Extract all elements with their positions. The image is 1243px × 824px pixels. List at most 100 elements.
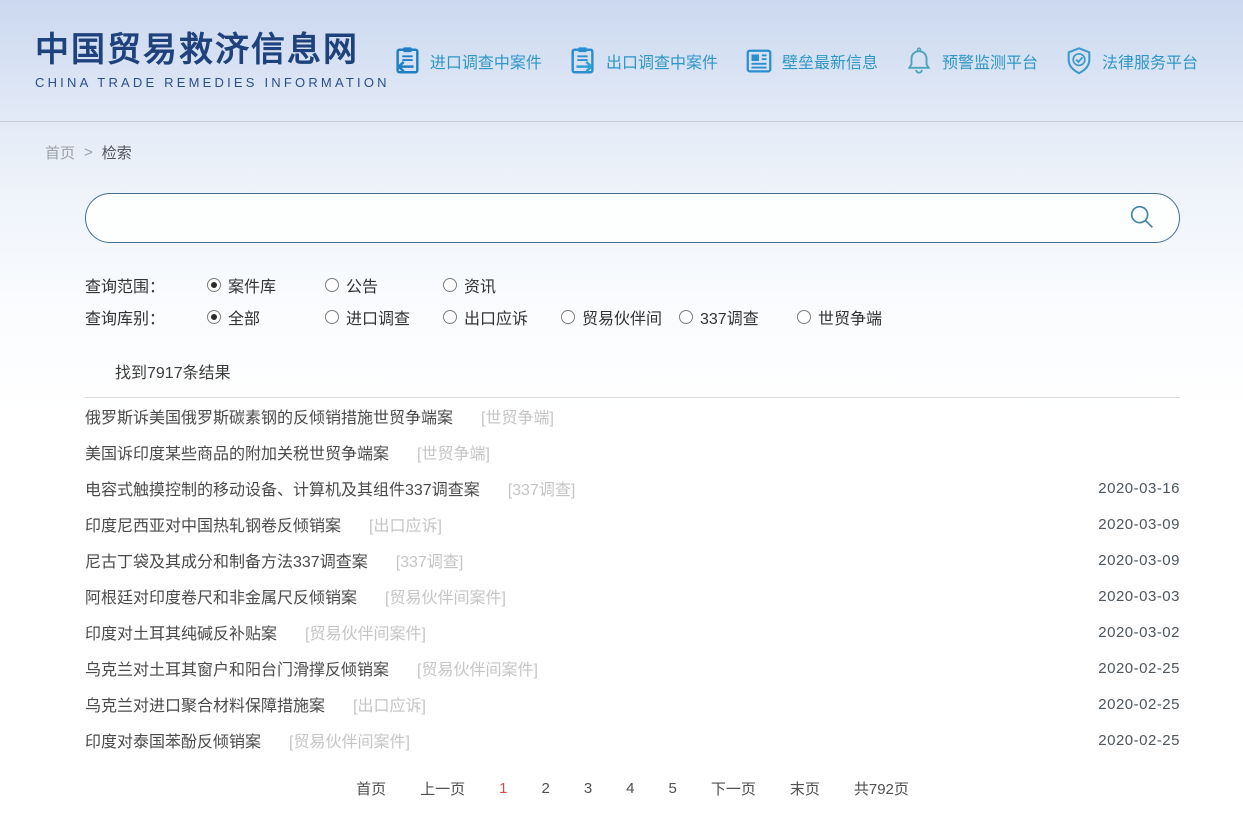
breadcrumb-separator: > <box>84 144 93 161</box>
results-summary: 找到7917条结果 <box>85 359 1180 398</box>
radio-icon <box>443 278 457 292</box>
nav-label: 预警监测平台 <box>942 49 1038 73</box>
result-row[interactable]: 乌克兰对土耳其窗户和阳台门滑撑反倾销案 [贸易伙伴间案件] 2020-02-25 <box>85 650 1180 686</box>
clipboard-export-icon <box>568 46 598 76</box>
radio-label: 贸易伙伴间 <box>582 305 662 329</box>
site-title: 中国贸易救济信息网 <box>35 31 390 70</box>
filter-database-row: 查询库别： 全部 进口调查 出口应诉 贸易伙伴间 337调查 <box>85 301 1180 333</box>
result-row[interactable]: 尼古丁袋及其成分和制备方法337调查案 [337调查] 2020-03-09 <box>85 542 1180 578</box>
pagination-first[interactable]: 首页 <box>356 778 386 799</box>
radio-icon <box>679 310 693 324</box>
search-input[interactable] <box>85 193 1180 243</box>
pagination-page-4[interactable]: 4 <box>626 780 634 797</box>
pagination: 首页 上一页 1 2 3 4 5 下一页 末页 共792页 <box>85 778 1180 799</box>
nav-label: 法律服务平台 <box>1102 49 1198 73</box>
result-tag: [出口应诉] <box>353 692 426 716</box>
result-tag: [337调查] <box>396 548 464 572</box>
nav-alert-platform[interactable]: 预警监测平台 <box>904 46 1038 76</box>
breadcrumb: 首页 > 检索 <box>0 122 1243 163</box>
radio-option-import-investigation[interactable]: 进口调查 <box>325 305 443 329</box>
top-nav: 进口调查中案件 出口调查中案件 <box>392 46 1198 76</box>
result-title[interactable]: 印度对泰国苯酚反倾销案 <box>85 728 261 752</box>
result-row[interactable]: 印度对泰国苯酚反倾销案 [贸易伙伴间案件] 2020-02-25 <box>85 722 1180 758</box>
radio-option-announcements[interactable]: 公告 <box>325 273 443 297</box>
main-content: 查询范围： 案件库 公告 资讯 查询库别： 全部 进口调查 <box>85 193 1180 799</box>
radio-icon <box>443 310 457 324</box>
result-title[interactable]: 电容式触摸控制的移动设备、计算机及其组件337调查案 <box>85 476 480 500</box>
result-row[interactable]: 阿根廷对印度卷尺和非金属尺反倾销案 [贸易伙伴间案件] 2020-03-03 <box>85 578 1180 614</box>
radio-label: 进口调查 <box>346 305 410 329</box>
result-row[interactable]: 印度尼西亚对中国热轧钢卷反倾销案 [出口应诉] 2020-03-09 <box>85 506 1180 542</box>
radio-label: 世贸争端 <box>818 305 882 329</box>
radio-option-wto-disputes[interactable]: 世贸争端 <box>797 305 915 329</box>
nav-label: 进口调查中案件 <box>430 49 542 73</box>
filter-scope-label: 查询范围： <box>85 273 207 297</box>
pagination-page-5[interactable]: 5 <box>669 780 677 797</box>
result-tag: [世贸争端] <box>481 404 554 428</box>
radio-option-case-db[interactable]: 案件库 <box>207 273 325 297</box>
result-row[interactable]: 俄罗斯诉美国俄罗斯碳素钢的反倾销措施世贸争端案 [世贸争端] <box>85 398 1180 434</box>
radio-label: 公告 <box>346 273 378 297</box>
result-title[interactable]: 俄罗斯诉美国俄罗斯碳素钢的反倾销措施世贸争端案 <box>85 404 453 428</box>
radio-label: 出口应诉 <box>464 305 528 329</box>
result-tag: [贸易伙伴间案件] <box>385 584 506 608</box>
radio-label: 资讯 <box>464 273 496 297</box>
news-icon <box>744 46 774 76</box>
radio-label: 案件库 <box>228 273 276 297</box>
filter-database-label: 查询库别： <box>85 305 207 329</box>
radio-option-337[interactable]: 337调查 <box>679 305 797 329</box>
site-subtitle: CHINA TRADE REMEDIES INFORMATION <box>35 75 390 90</box>
result-date: 2020-03-03 <box>1098 588 1180 605</box>
result-row[interactable]: 美国诉印度某些商品的附加关税世贸争端案 [世贸争端] <box>85 434 1180 470</box>
pagination-next[interactable]: 下一页 <box>711 778 756 799</box>
nav-import-cases[interactable]: 进口调查中案件 <box>392 46 542 76</box>
radio-checked-icon <box>207 278 221 292</box>
site-logo[interactable]: 中国贸易救济信息网 CHINA TRADE REMEDIES INFORMATI… <box>35 31 390 90</box>
radio-icon <box>561 310 575 324</box>
result-date: 2020-03-09 <box>1098 516 1180 533</box>
pagination-page-1[interactable]: 1 <box>499 780 507 797</box>
result-title[interactable]: 乌克兰对土耳其窗户和阳台门滑撑反倾销案 <box>85 656 389 680</box>
pagination-page-2[interactable]: 2 <box>541 780 549 797</box>
result-date: 2020-02-25 <box>1098 660 1180 677</box>
result-title[interactable]: 尼古丁袋及其成分和制备方法337调查案 <box>85 548 368 572</box>
result-title[interactable]: 印度尼西亚对中国热轧钢卷反倾销案 <box>85 512 341 536</box>
result-date: 2020-02-25 <box>1098 732 1180 749</box>
result-title[interactable]: 阿根廷对印度卷尺和非金属尺反倾销案 <box>85 584 357 608</box>
result-title[interactable]: 印度对土耳其纯碱反补贴案 <box>85 620 277 644</box>
result-title[interactable]: 美国诉印度某些商品的附加关税世贸争端案 <box>85 440 389 464</box>
result-tag: [337调查] <box>508 476 576 500</box>
result-date: 2020-02-25 <box>1098 696 1180 713</box>
search-filters: 查询范围： 案件库 公告 资讯 查询库别： 全部 进口调查 <box>85 269 1180 333</box>
pagination-prev[interactable]: 上一页 <box>420 778 465 799</box>
radio-icon <box>325 310 339 324</box>
nav-export-cases[interactable]: 出口调查中案件 <box>568 46 718 76</box>
radio-option-trade-partners[interactable]: 贸易伙伴间 <box>561 305 679 329</box>
pagination-total: 共792页 <box>854 778 909 799</box>
result-date: 2020-03-02 <box>1098 624 1180 641</box>
radio-option-all[interactable]: 全部 <box>207 305 325 329</box>
search-button[interactable] <box>1126 202 1158 234</box>
result-tag: [贸易伙伴间案件] <box>417 656 538 680</box>
result-tag: [贸易伙伴间案件] <box>305 620 426 644</box>
site-header: 中国贸易救济信息网 CHINA TRADE REMEDIES INFORMATI… <box>0 0 1243 122</box>
radio-icon <box>325 278 339 292</box>
radio-label: 全部 <box>228 305 260 329</box>
breadcrumb-home[interactable]: 首页 <box>45 142 75 163</box>
result-tag: [出口应诉] <box>369 512 442 536</box>
pagination-page-3[interactable]: 3 <box>584 780 592 797</box>
result-title[interactable]: 乌克兰对进口聚合材料保障措施案 <box>85 692 325 716</box>
search-bar <box>85 193 1180 243</box>
results-list: 俄罗斯诉美国俄罗斯碳素钢的反倾销措施世贸争端案 [世贸争端] 美国诉印度某些商品… <box>85 398 1180 758</box>
result-row[interactable]: 电容式触摸控制的移动设备、计算机及其组件337调查案 [337调查] 2020-… <box>85 470 1180 506</box>
shield-check-icon <box>1064 46 1094 76</box>
radio-option-news[interactable]: 资讯 <box>443 273 561 297</box>
result-row[interactable]: 乌克兰对进口聚合材料保障措施案 [出口应诉] 2020-02-25 <box>85 686 1180 722</box>
radio-option-export-response[interactable]: 出口应诉 <box>443 305 561 329</box>
result-date: 2020-03-09 <box>1098 552 1180 569</box>
nav-legal-platform[interactable]: 法律服务平台 <box>1064 46 1198 76</box>
result-row[interactable]: 印度对土耳其纯碱反补贴案 [贸易伙伴间案件] 2020-03-02 <box>85 614 1180 650</box>
breadcrumb-current: 检索 <box>102 142 132 163</box>
pagination-last[interactable]: 末页 <box>790 778 820 799</box>
nav-barrier-news[interactable]: 壁垒最新信息 <box>744 46 878 76</box>
